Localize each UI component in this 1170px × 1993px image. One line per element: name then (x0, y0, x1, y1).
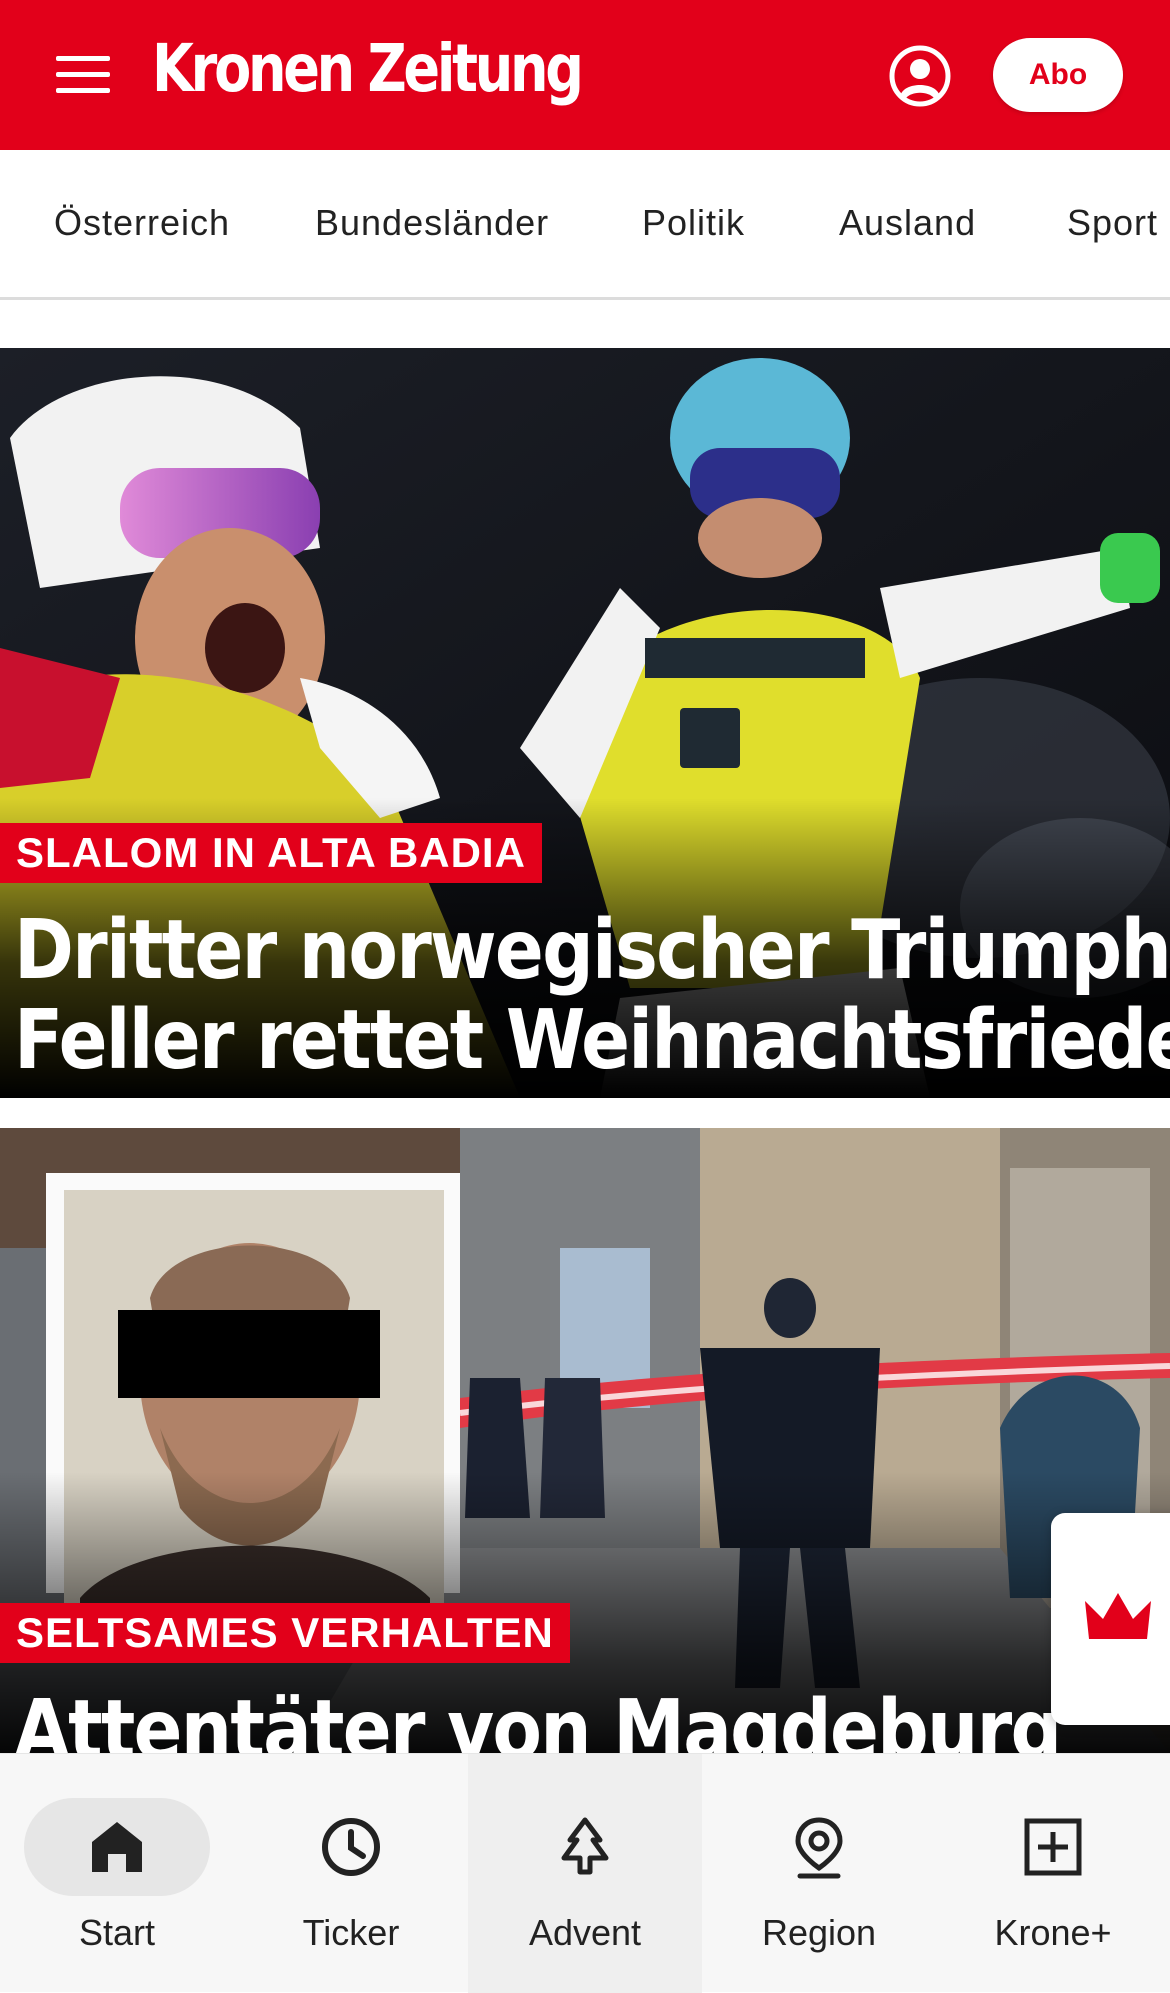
article-kicker: SLALOM IN ALTA BADIA (0, 823, 542, 883)
nav-label: Advent (528, 1912, 642, 1953)
hamburger-menu-icon[interactable] (52, 50, 114, 100)
article-card[interactable]: SELTSAMES VERHALTEN Attentäter von Magde… (0, 1128, 1170, 1753)
krone-crown-button[interactable] (1051, 1513, 1170, 1725)
category-politik[interactable]: Politik (642, 202, 745, 244)
account-icon[interactable] (888, 44, 952, 108)
article-kicker: SELTSAMES VERHALTEN (0, 1603, 570, 1663)
nav-label: Region (761, 1912, 877, 1953)
nav-start[interactable]: Start (0, 1754, 234, 1993)
nav-label: Ticker (302, 1912, 400, 1953)
nav-label: Krone+ (994, 1912, 1112, 1953)
plus-box-icon (1024, 1818, 1082, 1876)
article-card[interactable]: SLALOM IN ALTA BADIA Dritter norwegische… (0, 348, 1170, 1098)
nav-label: Start (78, 1912, 156, 1953)
location-pin-icon (795, 1817, 843, 1879)
article-headline-line-1: Attentäter von Magdeburg (14, 1683, 1062, 1754)
bottom-navigation: Start Ticker Advent Region Krone+ (0, 1753, 1170, 1993)
nav-krone-plus[interactable]: Krone+ (936, 1754, 1170, 1993)
category-ausland[interactable]: Ausland (839, 202, 976, 244)
category-sport[interactable]: Sport (1067, 202, 1158, 244)
kronen-zeitung-logo[interactable]: Kronen Zeitung (152, 30, 584, 107)
app-header: Kronen Zeitung Abo (0, 0, 1170, 150)
abo-button[interactable]: Abo (993, 38, 1123, 112)
article-headline-line-1: Dritter norwegischer Triumph - (14, 903, 1170, 998)
article-headline-line-2: Feller rettet Weihnachtsfrieden (14, 993, 1170, 1088)
nav-ticker[interactable]: Ticker (234, 1754, 468, 1993)
category-nav: Österreich Bundesländer Politik Ausland … (0, 150, 1170, 300)
category-bundeslaender[interactable]: Bundesländer (315, 202, 549, 244)
category-oesterreich[interactable]: Österreich (54, 202, 230, 244)
clock-icon (322, 1818, 380, 1876)
crown-icon (1085, 1593, 1151, 1639)
nav-advent[interactable]: Advent (468, 1754, 702, 1993)
home-icon (92, 1822, 142, 1872)
tree-icon (561, 1817, 609, 1875)
nav-region[interactable]: Region (702, 1754, 936, 1993)
